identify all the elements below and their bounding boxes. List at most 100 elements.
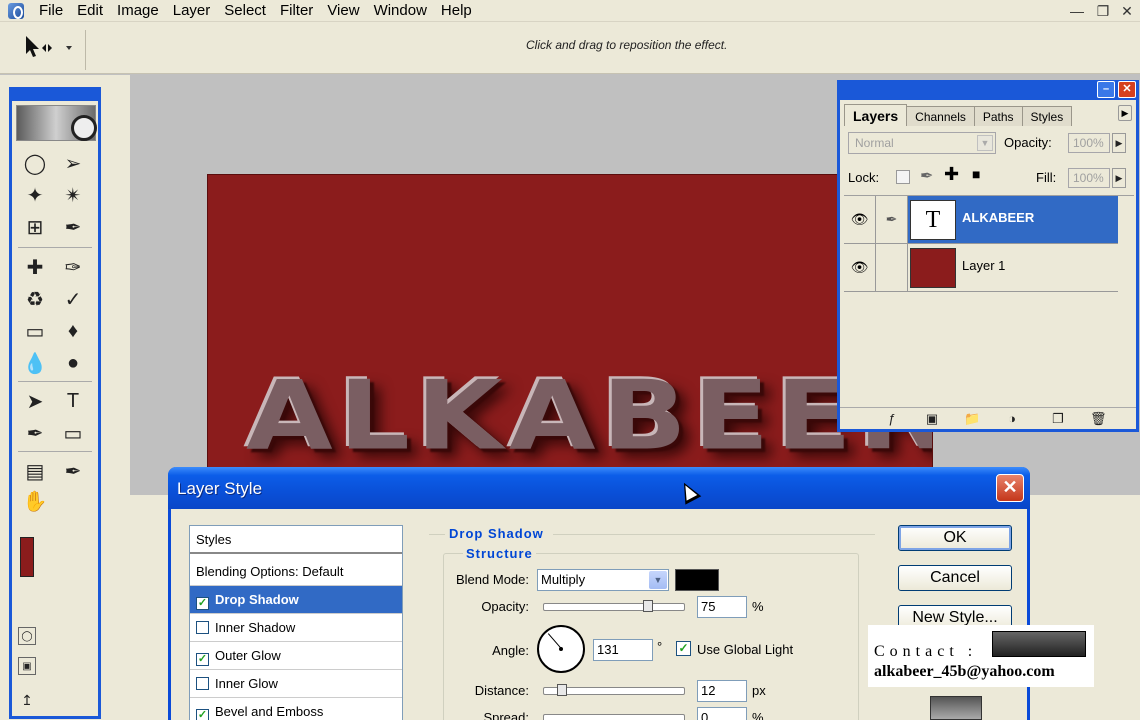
jump-to-imageready-icon[interactable]: ↥ bbox=[18, 691, 36, 709]
style-item-bevel-and-emboss[interactable]: ✓ Bevel and Emboss bbox=[190, 698, 402, 720]
use-global-light-checkbox[interactable]: ✓ bbox=[676, 641, 691, 656]
move-tool-icon[interactable]: ➢ bbox=[58, 149, 88, 177]
hand-tool-icon[interactable]: ✋ bbox=[20, 487, 50, 515]
notes-tool-icon[interactable]: ▤ bbox=[20, 457, 50, 485]
style-item-drop-shadow[interactable]: ✓ Drop Shadow bbox=[190, 586, 402, 614]
brush-link-icon[interactable]: ✒ bbox=[876, 196, 908, 243]
add-layer-style-icon[interactable]: ƒ bbox=[884, 411, 900, 427]
palette-minimize-icon[interactable]: – bbox=[1097, 81, 1115, 98]
ok-button[interactable]: OK bbox=[898, 525, 1012, 551]
new-layer-icon[interactable]: ❐ bbox=[1050, 411, 1066, 427]
paint-bucket-tool-icon[interactable]: ♦ bbox=[58, 317, 88, 345]
dodge-tool-icon[interactable]: ● bbox=[58, 349, 88, 377]
distance-slider[interactable] bbox=[543, 684, 685, 696]
layer-row-alkabeer[interactable]: 👁 ✒ T ALKABEER bbox=[844, 196, 1118, 244]
screen-mode-icon[interactable]: ▣ bbox=[18, 657, 36, 675]
lock-all-icon[interactable]: ■ bbox=[972, 166, 980, 182]
shadow-color-swatch[interactable] bbox=[675, 569, 719, 591]
checkbox-checked-icon[interactable]: ✓ bbox=[196, 653, 209, 666]
blur-tool-icon[interactable]: 💧 bbox=[20, 349, 50, 377]
dialog-titlebar[interactable]: Layer Style ✕ bbox=[168, 467, 1030, 509]
menu-image[interactable]: Image bbox=[110, 0, 166, 22]
menu-help[interactable]: Help bbox=[434, 0, 479, 22]
photoshop-logo[interactable] bbox=[16, 105, 97, 141]
clone-stamp-tool-icon[interactable]: ♻ bbox=[20, 285, 50, 313]
type-tool-icon[interactable]: T bbox=[58, 387, 88, 415]
blend-mode-select[interactable]: Multiply ▼ bbox=[537, 569, 669, 591]
opacity-slider-thumb[interactable] bbox=[643, 600, 653, 612]
checkbox-unchecked-icon[interactable] bbox=[196, 621, 209, 634]
canvas-text-layer[interactable]: ALKABEER bbox=[246, 361, 932, 472]
opacity-input[interactable]: 75 bbox=[697, 596, 747, 618]
history-brush-tool-icon[interactable]: ✓ bbox=[58, 285, 88, 313]
layer-row-layer-1[interactable]: 👁 Layer 1 bbox=[844, 244, 1118, 292]
close-icon[interactable]: ✕ bbox=[1116, 2, 1138, 20]
tab-layers[interactable]: Layers bbox=[844, 104, 908, 126]
menu-layer[interactable]: Layer bbox=[166, 0, 218, 22]
angle-dial[interactable] bbox=[537, 625, 585, 673]
tab-paths[interactable]: Paths bbox=[973, 106, 1023, 126]
checkbox-checked-icon[interactable]: ✓ bbox=[196, 597, 209, 610]
distance-slider-thumb[interactable] bbox=[557, 684, 568, 696]
brush-tool-icon[interactable]: ✑ bbox=[58, 253, 88, 281]
minimize-icon[interactable]: — bbox=[1066, 2, 1088, 20]
menu-filter[interactable]: Filter bbox=[273, 0, 320, 22]
pen-tool-icon[interactable]: ✒ bbox=[20, 419, 50, 447]
angle-input[interactable]: 131 bbox=[593, 639, 653, 661]
trash-icon[interactable]: 🗑 bbox=[1090, 411, 1107, 427]
palette-close-icon[interactable]: ✕ bbox=[1118, 81, 1136, 98]
style-item-outer-glow[interactable]: ✓ Outer Glow bbox=[190, 642, 402, 670]
magic-wand-tool-icon[interactable]: ✴ bbox=[58, 181, 88, 209]
dialog-close-icon[interactable]: ✕ bbox=[996, 474, 1024, 502]
tab-channels[interactable]: Channels bbox=[906, 106, 975, 126]
fill-field[interactable]: 100% bbox=[1068, 168, 1110, 188]
tab-styles[interactable]: Styles bbox=[1021, 106, 1073, 126]
healing-brush-tool-icon[interactable]: ✚ bbox=[20, 253, 50, 281]
distance-input[interactable]: 12 bbox=[697, 680, 747, 702]
menu-select[interactable]: Select bbox=[217, 0, 273, 22]
blending-options-item[interactable]: Blending Options: Default bbox=[190, 558, 402, 586]
marquee-tool-icon[interactable]: ◯ bbox=[20, 149, 50, 177]
menu-view[interactable]: View bbox=[320, 0, 366, 22]
layer-opacity-arrow-icon[interactable]: ▶ bbox=[1112, 133, 1126, 153]
document-canvas[interactable]: ALKABEER bbox=[207, 174, 933, 474]
checkbox-checked-icon[interactable]: ✓ bbox=[196, 709, 209, 720]
visibility-eye-icon[interactable]: 👁 bbox=[844, 196, 876, 243]
eyedropper-tool-icon[interactable]: ✒ bbox=[58, 457, 88, 485]
photoshop-app-icon[interactable] bbox=[6, 1, 28, 21]
menu-file[interactable]: File bbox=[32, 0, 70, 22]
rectangle-tool-icon[interactable]: ▭ bbox=[58, 419, 88, 447]
restore-icon[interactable]: ❐ bbox=[1092, 2, 1114, 20]
visibility-eye-icon[interactable]: 👁 bbox=[844, 244, 876, 291]
quick-mask-icon[interactable]: ◯ bbox=[18, 627, 36, 645]
link-slot[interactable] bbox=[876, 244, 908, 291]
style-item-inner-shadow[interactable]: Inner Shadow bbox=[190, 614, 402, 642]
menu-edit[interactable]: Edit bbox=[70, 0, 110, 22]
layer-blend-mode-select[interactable]: Normal ▼ bbox=[848, 132, 996, 154]
style-item-inner-glow[interactable]: Inner Glow bbox=[190, 670, 402, 698]
layer-opacity-field[interactable]: 100% bbox=[1068, 133, 1110, 153]
eraser-tool-icon[interactable]: ▭ bbox=[20, 317, 50, 345]
lasso-tool-icon[interactable]: ✦ bbox=[20, 181, 50, 209]
checkbox-unchecked-icon[interactable] bbox=[196, 677, 209, 690]
spread-unit: % bbox=[752, 710, 764, 720]
palette-menu-arrow-icon[interactable]: ▶ bbox=[1118, 105, 1132, 121]
spread-slider[interactable] bbox=[543, 714, 685, 720]
new-group-icon[interactable]: 📁 bbox=[964, 411, 980, 427]
crop-tool-icon[interactable]: ⊞ bbox=[20, 213, 50, 241]
adjustment-layer-icon[interactable]: ◑ bbox=[1004, 411, 1020, 427]
spread-input[interactable]: 0 bbox=[697, 707, 747, 720]
foreground-color-swatch[interactable] bbox=[20, 537, 34, 577]
slice-tool-icon[interactable]: ✒ bbox=[58, 213, 88, 241]
lock-transparency-icon[interactable] bbox=[896, 170, 910, 184]
add-mask-icon[interactable]: ▣ bbox=[924, 411, 940, 427]
fill-arrow-icon[interactable]: ▶ bbox=[1112, 168, 1126, 188]
opacity-slider[interactable] bbox=[543, 600, 685, 612]
menu-window[interactable]: Window bbox=[367, 0, 434, 22]
path-selection-tool-icon[interactable]: ➤ bbox=[20, 387, 50, 415]
styles-header[interactable]: Styles bbox=[190, 526, 402, 554]
cancel-button[interactable]: Cancel bbox=[898, 565, 1012, 591]
lock-image-pixels-icon[interactable]: ✒ bbox=[920, 166, 933, 186]
lock-position-icon[interactable]: ✚ bbox=[944, 164, 959, 185]
tool-preset-picker[interactable] bbox=[12, 30, 86, 70]
